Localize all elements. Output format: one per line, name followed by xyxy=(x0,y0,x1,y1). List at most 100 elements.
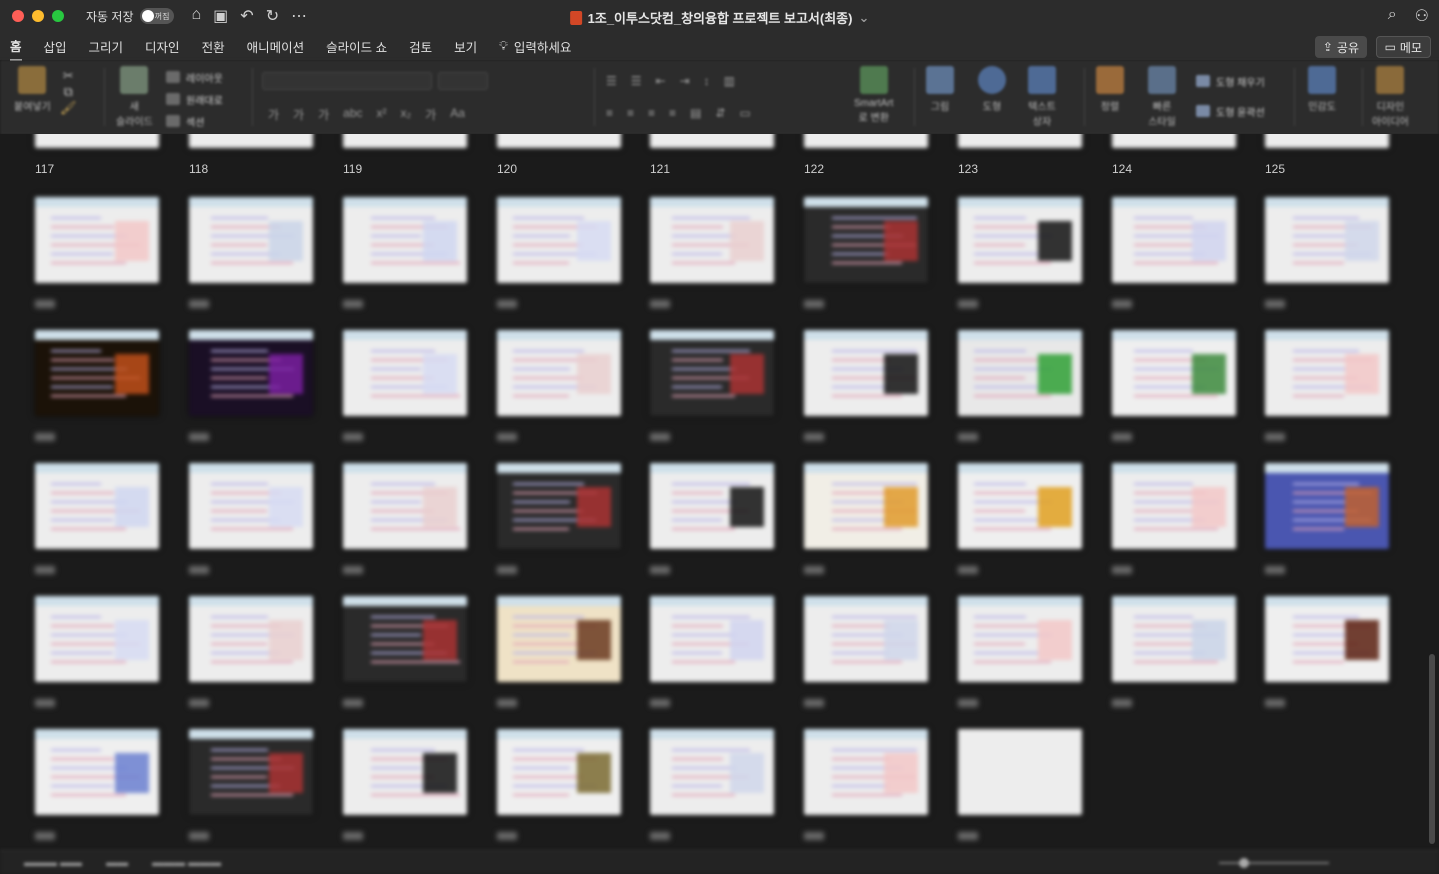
shapes-button[interactable]: 도형 xyxy=(978,66,1006,113)
layout-button[interactable]: 레이아웃 xyxy=(166,66,223,88)
reset-button[interactable]: 원래대로 xyxy=(166,88,223,110)
distributed-icon[interactable]: ▤ xyxy=(690,106,701,120)
save-icon[interactable]: ▣ xyxy=(213,6,228,26)
tab-3[interactable]: 디자인 xyxy=(145,33,180,60)
bold-icon[interactable]: 가 xyxy=(268,106,279,123)
slide-thumbnail[interactable] xyxy=(804,463,928,549)
tab-0[interactable]: 홈 xyxy=(10,32,22,61)
search-icon[interactable]: ⌕ xyxy=(1388,6,1397,26)
slide-thumbnail[interactable] xyxy=(497,197,621,283)
subscript-icon[interactable]: x₂ xyxy=(401,106,412,123)
tab-5[interactable]: 애니메이션 xyxy=(247,33,305,60)
text-direction-icon[interactable]: ⇵ xyxy=(715,106,725,120)
sensitivity-button[interactable]: 민감도 xyxy=(1308,66,1336,113)
section-button[interactable]: 섹션 xyxy=(166,110,223,132)
slide-thumbnail[interactable] xyxy=(804,197,928,283)
slide-thumbnail[interactable] xyxy=(958,330,1082,416)
slide-thumbnail[interactable] xyxy=(1112,330,1236,416)
bullets-icon[interactable]: ☰ xyxy=(606,74,617,88)
share-button[interactable]: ⇪ 공유 xyxy=(1314,36,1367,58)
align-text-icon[interactable]: ▭ xyxy=(739,106,750,120)
close-window-button[interactable] xyxy=(12,10,24,22)
slide-thumbnail[interactable] xyxy=(343,330,467,416)
slide-thumbnail[interactable] xyxy=(189,134,313,148)
textbox-button[interactable]: 텍스트 상자 xyxy=(1028,66,1056,128)
slide-thumbnail[interactable] xyxy=(343,596,467,682)
align-center-icon[interactable]: ≡ xyxy=(627,106,634,120)
slide-thumbnail[interactable] xyxy=(1265,197,1389,283)
slide-thumbnail[interactable] xyxy=(343,463,467,549)
slide-thumbnail[interactable] xyxy=(189,197,313,283)
superscript-icon[interactable]: x² xyxy=(377,106,387,123)
format-painter-icon[interactable]: 🖌︎ xyxy=(60,100,77,116)
slide-thumbnail[interactable] xyxy=(189,330,313,416)
picture-button[interactable]: 그림 xyxy=(926,66,954,113)
quick-styles-button[interactable]: 빠른 스타일 xyxy=(1148,66,1176,128)
slide-thumbnail[interactable] xyxy=(1265,134,1389,148)
cut-icon[interactable]: ✂ xyxy=(63,68,74,84)
designer-button[interactable]: 디자인 아이디어 xyxy=(1372,66,1409,128)
line-spacing-icon[interactable]: ↕ xyxy=(704,74,710,88)
slide-thumbnail[interactable] xyxy=(35,463,159,549)
slide-thumbnail[interactable] xyxy=(343,134,467,148)
paste-button[interactable]: 붙여넣기 xyxy=(14,66,51,113)
tab-4[interactable]: 전환 xyxy=(202,33,225,60)
shape-outline-button[interactable]: 도형 윤곽선 xyxy=(1196,100,1265,122)
minimize-window-button[interactable] xyxy=(32,10,44,22)
slide-thumbnail[interactable] xyxy=(958,729,1082,815)
slide-thumbnail[interactable] xyxy=(35,330,159,416)
vertical-scrollbar[interactable] xyxy=(1429,654,1435,844)
account-icon[interactable]: ⚇ xyxy=(1415,6,1429,26)
slide-thumbnail[interactable] xyxy=(804,596,928,682)
arrange-button[interactable]: 정렬 xyxy=(1096,66,1124,113)
slide-thumbnail[interactable] xyxy=(804,134,928,148)
slide-thumbnail[interactable] xyxy=(497,330,621,416)
decrease-indent-icon[interactable]: ⇤ xyxy=(656,74,666,88)
new-slide-button[interactable]: 새 슬라이드 xyxy=(116,66,153,128)
char-spacing-icon[interactable]: 가 xyxy=(425,106,436,123)
slide-thumbnail[interactable] xyxy=(1112,197,1236,283)
slide-thumbnail[interactable] xyxy=(35,197,159,283)
slide-thumbnail[interactable] xyxy=(958,197,1082,283)
slide-thumbnail[interactable] xyxy=(497,134,621,148)
columns-icon[interactable]: ▥ xyxy=(724,74,735,88)
slide-thumbnail[interactable] xyxy=(958,596,1082,682)
copy-icon[interactable]: ⧉ xyxy=(64,84,73,100)
slide-thumbnail[interactable] xyxy=(650,330,774,416)
font-size-field[interactable] xyxy=(438,72,488,90)
slide-thumbnail[interactable] xyxy=(958,134,1082,148)
slide-thumbnail[interactable] xyxy=(35,729,159,815)
zoom-slider-knob[interactable] xyxy=(1239,858,1249,868)
slide-thumbnail[interactable] xyxy=(189,463,313,549)
zoom-window-button[interactable] xyxy=(52,10,64,22)
slide-thumbnail[interactable] xyxy=(497,463,621,549)
numbering-icon[interactable]: ☰ xyxy=(631,74,642,88)
tell-me-box[interactable]: 💡︎ 입력하세요 xyxy=(499,37,571,56)
slide-thumbnail[interactable] xyxy=(35,596,159,682)
tab-8[interactable]: 보기 xyxy=(454,33,477,60)
slide-thumbnail[interactable] xyxy=(650,134,774,148)
slide-thumbnail[interactable] xyxy=(804,330,928,416)
slide-thumbnail[interactable] xyxy=(1265,330,1389,416)
font-name-field[interactable] xyxy=(262,72,432,90)
slide-thumbnail[interactable] xyxy=(650,197,774,283)
tab-7[interactable]: 검토 xyxy=(409,33,432,60)
memo-button[interactable]: ▭ 메모 xyxy=(1375,36,1431,58)
zoom-slider[interactable] xyxy=(1219,862,1329,864)
slide-thumbnail[interactable] xyxy=(1112,463,1236,549)
home-icon[interactable]: ⌂ xyxy=(192,6,202,26)
slide-thumbnail[interactable] xyxy=(1112,134,1236,148)
justify-icon[interactable]: ≡ xyxy=(669,106,676,120)
increase-indent-icon[interactable]: ⇥ xyxy=(680,74,690,88)
slide-thumbnail[interactable] xyxy=(958,463,1082,549)
slide-thumbnail[interactable] xyxy=(343,197,467,283)
italic-icon[interactable]: 가 xyxy=(293,106,304,123)
tab-6[interactable]: 슬라이드 쇼 xyxy=(326,33,387,60)
underline-icon[interactable]: 가 xyxy=(318,106,329,123)
slide-thumbnail[interactable] xyxy=(804,729,928,815)
align-right-icon[interactable]: ≡ xyxy=(648,106,655,120)
slide-thumbnail[interactable] xyxy=(1265,463,1389,549)
shape-fill-button[interactable]: 도형 채우기 xyxy=(1196,70,1265,92)
slide-thumbnail[interactable] xyxy=(497,729,621,815)
slide-thumbnail[interactable] xyxy=(650,729,774,815)
